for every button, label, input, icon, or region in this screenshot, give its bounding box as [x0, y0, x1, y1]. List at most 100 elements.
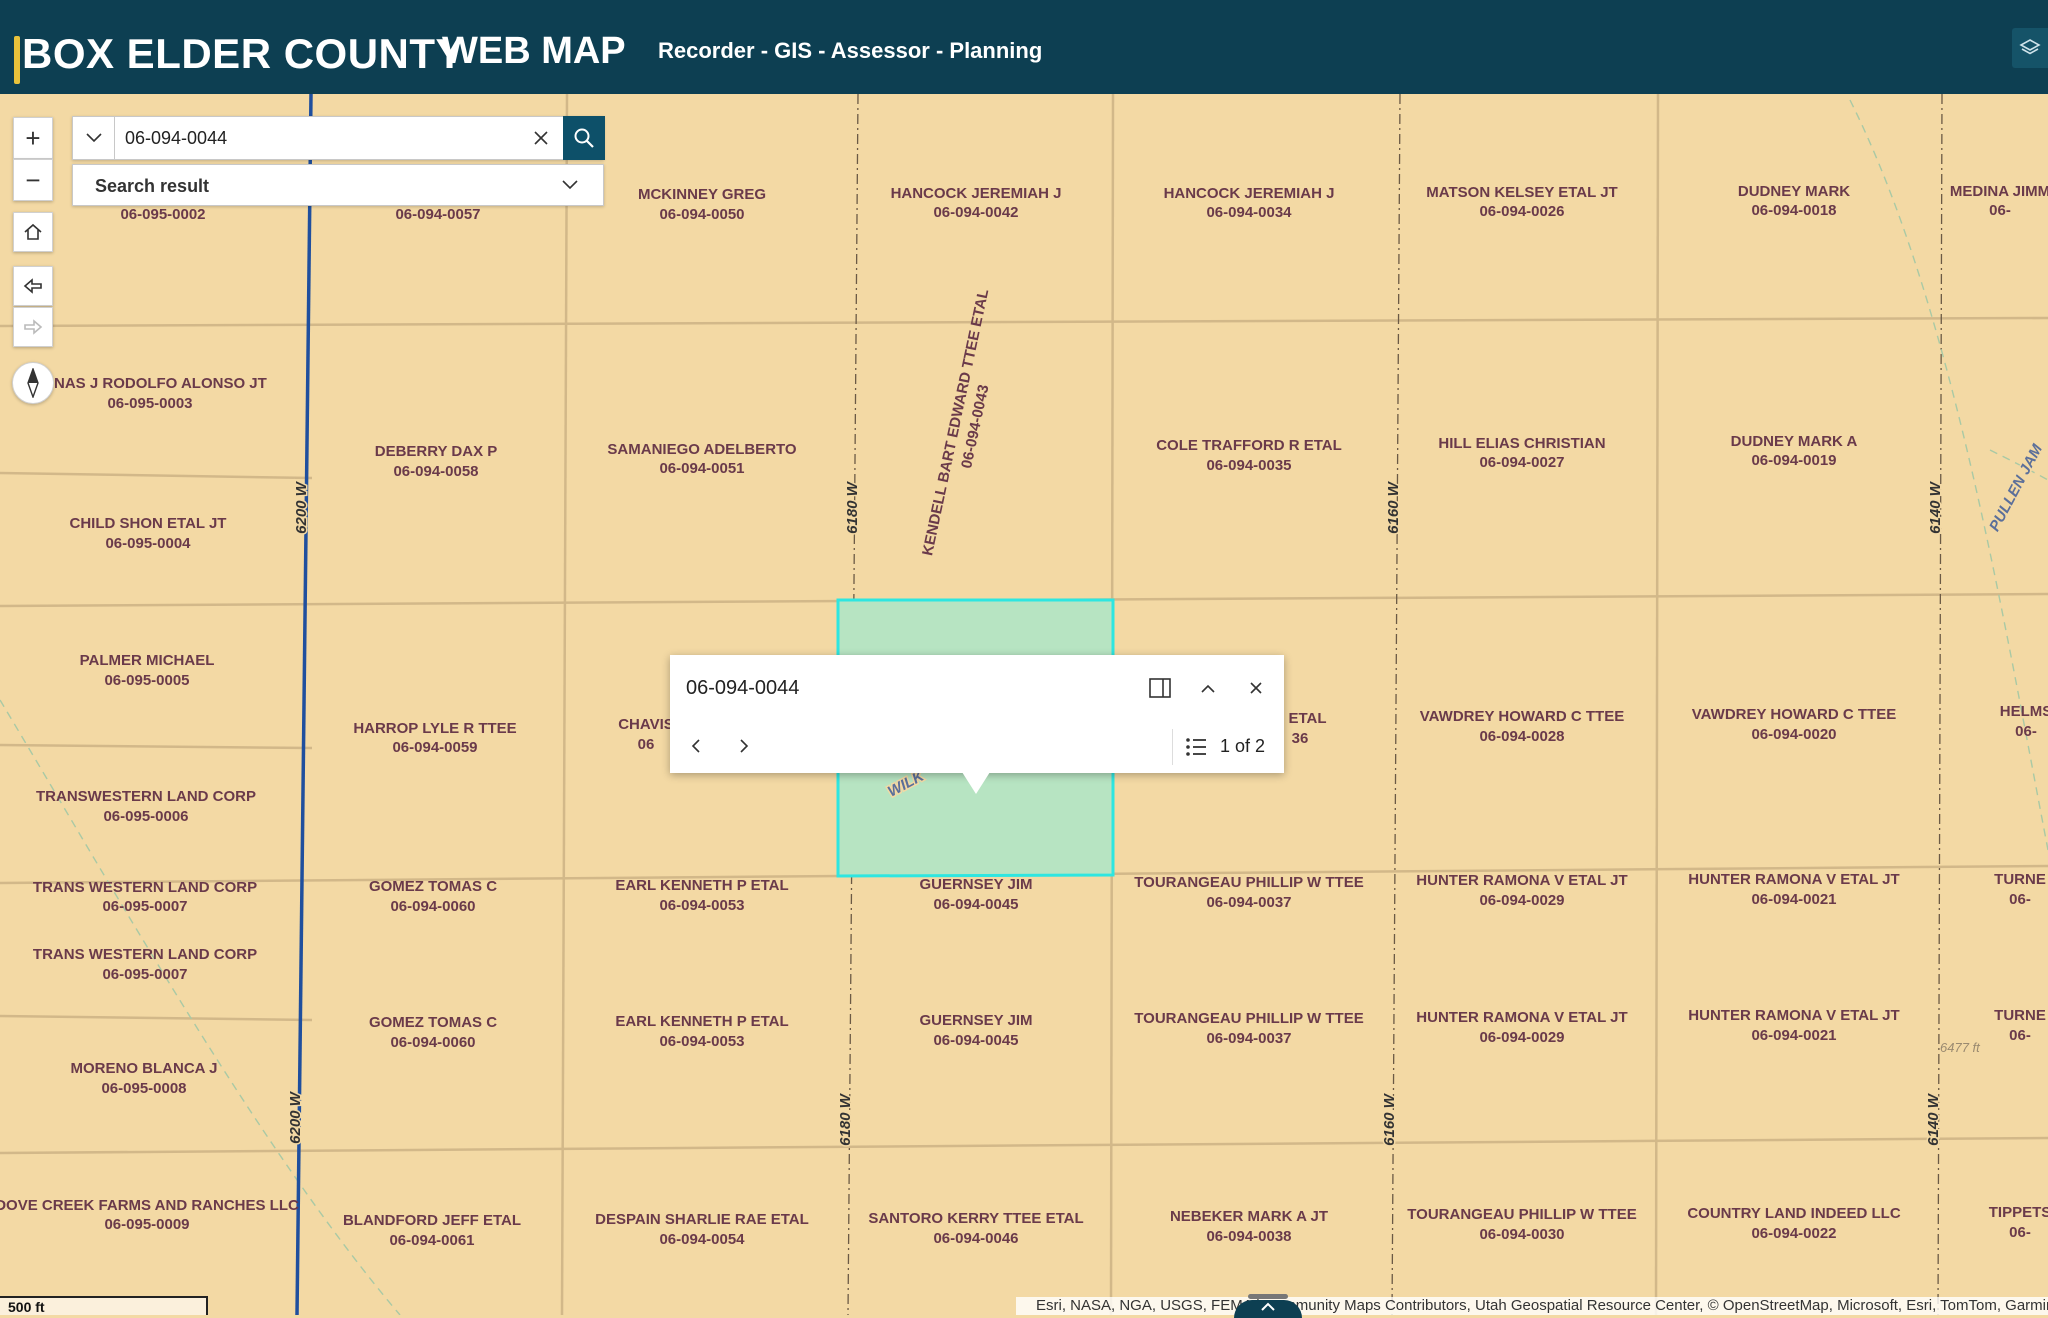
parcel-id: 06-094-0050 — [659, 206, 744, 223]
road-label: 6200 W — [287, 1090, 304, 1144]
parcel-owner: HELMS — [2000, 703, 2048, 720]
popup-close-button[interactable] — [1240, 672, 1272, 704]
parcel-label: KENDELL BART EDWARD TTEE ETAL06-094-0043 — [919, 288, 992, 558]
road-label: PULLEN JAM — [1986, 441, 2046, 534]
road-label: 6160 W — [1385, 480, 1402, 534]
parcel-line — [0, 1014, 313, 1022]
search-source-dropdown[interactable] — [73, 117, 115, 159]
parcel-owner: TOURANGEAU PHILLIP W TTEE — [1134, 1010, 1363, 1027]
parcel-owner: DEBERRY DAX P — [375, 443, 498, 460]
zoom-out-button[interactable]: − — [13, 159, 53, 201]
compass-icon — [27, 368, 39, 398]
parcel-owner: MORENO BLANCA J — [71, 1060, 218, 1077]
search-button[interactable] — [563, 116, 605, 160]
parcel-owner: HANCOCK JEREMIAH J — [1164, 185, 1335, 202]
parcel-id: 06-094-0057 — [395, 206, 480, 223]
app-title-suffix: WEB MAP — [442, 30, 626, 72]
chevron-up-icon — [1201, 684, 1215, 693]
parcel-id: 06-094-0037 — [1206, 1030, 1291, 1047]
parcel-line — [0, 743, 313, 750]
parcel-owner: HANCOCK JEREMIAH J — [891, 185, 1062, 202]
parcel-owner: HILL ELIAS CHRISTIAN — [1438, 435, 1605, 452]
parcel-id: 06-095-0004 — [105, 535, 191, 552]
compass-button[interactable] — [12, 362, 54, 404]
search-result-dropdown[interactable]: Search result — [72, 164, 604, 206]
scale-bar-label: 500 ft — [8, 1299, 45, 1315]
parcel-owner: HARROP LYLE R TTEE — [353, 720, 516, 737]
layers-icon — [2019, 39, 2041, 55]
parcel-id: 06-094-0026 — [1479, 203, 1564, 220]
plus-icon: + — [25, 122, 41, 153]
parcel-owner: TOURANGEAU PHILLIP W TTEE — [1134, 874, 1363, 891]
search-input[interactable] — [125, 123, 525, 153]
parcel-owner: TRANS WESTERN LAND CORP — [33, 879, 257, 896]
parcel-id: 06-094-0021 — [1751, 891, 1836, 908]
parcel-owner: NEBEKER MARK A JT — [1170, 1208, 1328, 1225]
parcel-owner: GOMEZ TOMAS C — [369, 878, 497, 895]
parcel-line — [0, 471, 313, 480]
road-label: 6180 W — [837, 1092, 854, 1146]
arrow-left-icon — [23, 278, 42, 294]
back-extent-button[interactable] — [13, 266, 53, 306]
parcel-owner: TRANS WESTERN LAND CORP — [33, 946, 257, 963]
parcel-id: 06-094-0030 — [1479, 1226, 1564, 1243]
parcel-owner: HUNTER RAMONA V ETAL JT — [1416, 872, 1627, 889]
parcel-owner: DESPAIN SHARLIE RAE ETAL — [595, 1211, 809, 1228]
parcel-owner: BLANDFORD JEFF ETAL — [343, 1212, 521, 1229]
parcel-owner: VAWDREY HOWARD C TTEE — [1420, 708, 1624, 725]
parcel-owner: EARL KENNETH P ETAL — [615, 1013, 788, 1030]
map-attribution: Esri, NASA, NGA, USGS, FEMA | Community … — [1016, 1297, 2048, 1315]
brand-accent — [14, 36, 20, 84]
home-button[interactable] — [13, 212, 53, 252]
popup-next-button[interactable] — [728, 730, 760, 762]
parcel-owner: DOVE CREEK FARMS AND RANCHES LLC — [0, 1197, 299, 1214]
popup-page-indicator: 1 of 2 — [1220, 736, 1266, 756]
popup-dock-button[interactable] — [1144, 672, 1176, 704]
expand-panel-button[interactable] — [1234, 1300, 1302, 1318]
popup-collapse-button[interactable] — [1192, 672, 1224, 704]
chevron-down-icon — [562, 180, 578, 190]
parcel-owner: COLE TRAFFORD R ETAL — [1156, 437, 1342, 454]
feature-popup: 06-094-0044 1 of 2 — [670, 655, 1284, 773]
parcel-owner: EARL KENNETH P ETAL — [615, 877, 788, 894]
app-header: BOX ELDER COUNTY WEB MAP Recorder - GIS … — [0, 0, 2048, 94]
popup-title: 06-094-0044 — [686, 677, 800, 699]
parcel-id: 06-094-0051 — [659, 460, 744, 477]
parcel-owner: HUNTER RAMONA V ETAL JT — [1688, 871, 1899, 888]
parcel-id: 06-095-0008 — [101, 1080, 186, 1097]
parcel-owner: TIPPETS — [1989, 1204, 2048, 1221]
layers-button[interactable] — [2012, 28, 2048, 68]
search-result-label: Search result — [95, 176, 210, 196]
popup-previous-button[interactable] — [680, 730, 712, 762]
parcel-id: 06-094-0021 — [1751, 1027, 1836, 1044]
parcel-id: 06-094-0019 — [1751, 452, 1836, 469]
list-icon[interactable] — [1184, 735, 1208, 759]
parcel-owner: SAMANIEGO ADELBERTO — [607, 441, 797, 458]
forward-extent-button[interactable] — [13, 307, 53, 347]
parcel-id: 06-094-0029 — [1479, 892, 1564, 909]
parcel-id: 06- — [2015, 723, 2037, 740]
popup-divider — [1172, 729, 1173, 765]
parcel-id: 06-094-0046 — [933, 1230, 1018, 1247]
parcel-id: 06-095-0003 — [107, 395, 192, 412]
parcel-id: 06-094-0038 — [1206, 1228, 1291, 1245]
panel-drag-handle[interactable] — [1248, 1294, 1288, 1299]
app-subtitle: Recorder - GIS - Assessor - Planning — [658, 38, 1043, 63]
parcel-id: 06-094-0022 — [1751, 1225, 1836, 1242]
parcel-id: 06- — [2009, 891, 2031, 908]
parcel-id: 06 — [638, 736, 655, 753]
parcel-owner: MATSON KELSEY ETAL JT — [1426, 184, 1617, 201]
zoom-in-button[interactable]: + — [13, 117, 53, 159]
parcel-owner: DENAS J RODOLFO ALONSO JT — [33, 375, 267, 392]
search-clear-button[interactable] — [521, 117, 561, 159]
road-label: 6140 W — [1927, 480, 1944, 534]
popup-pointer — [962, 772, 990, 794]
parcel-id: 06-094-0035 — [1206, 457, 1291, 474]
app-title: BOX ELDER COUNTY — [22, 30, 465, 77]
minus-icon: − — [25, 164, 41, 195]
parcel-id: 06-094-0061 — [389, 1232, 474, 1249]
parcel-id: 06-094-0045 — [933, 1032, 1018, 1049]
road-label: 6160 W — [1381, 1092, 1398, 1146]
parcel-owner: MCKINNEY GREG — [638, 186, 766, 203]
parcel-id: 06-094-0053 — [659, 897, 744, 914]
